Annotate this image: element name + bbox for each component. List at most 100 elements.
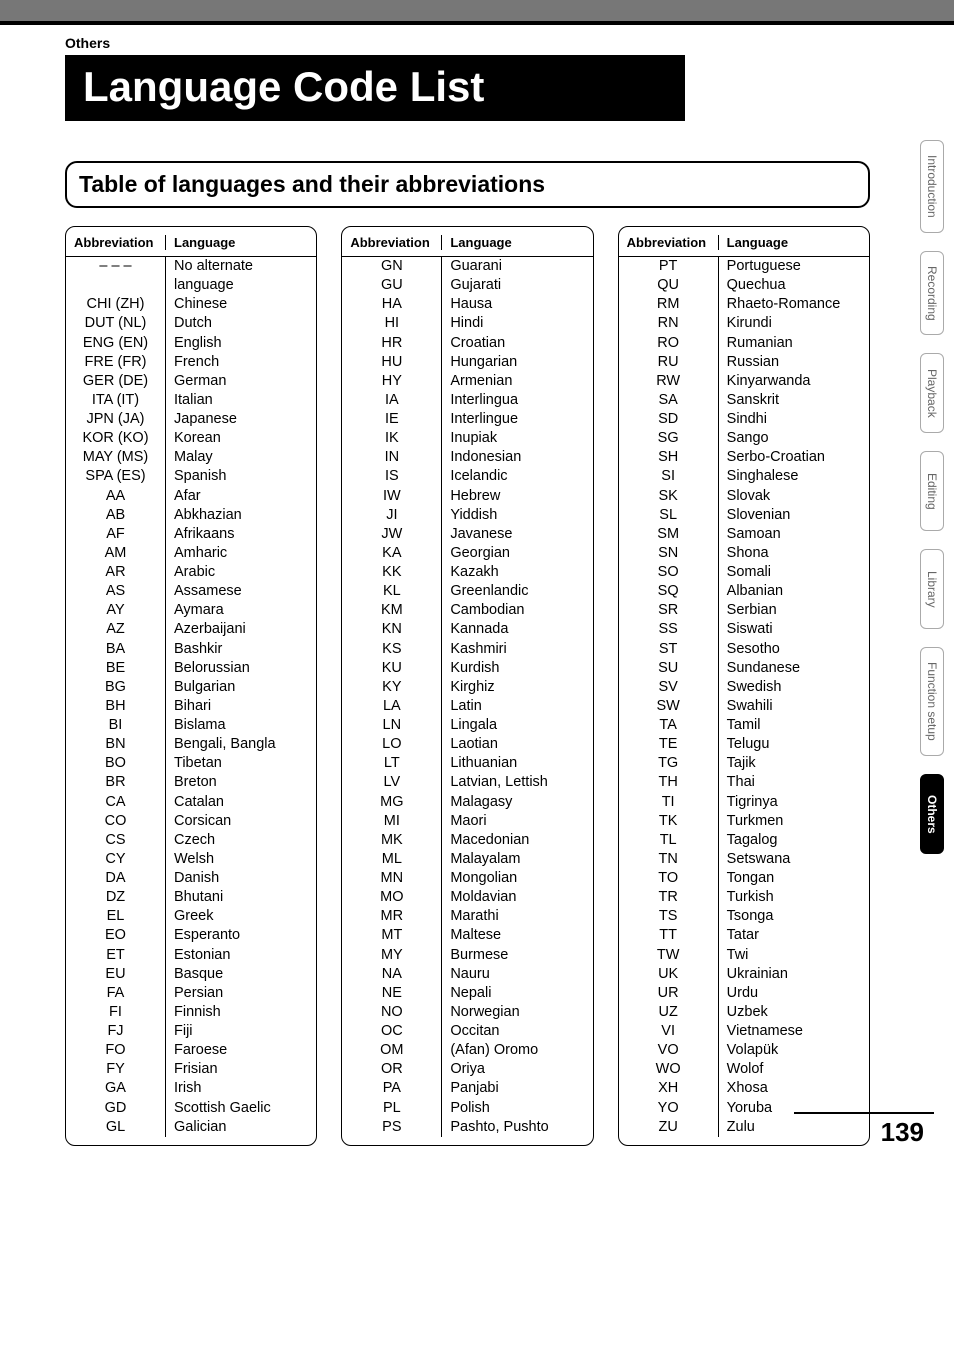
lang-cell: Aymara [166,601,316,620]
lang-cell: Tibetan [166,754,316,773]
abbr-cell: BH [66,697,166,716]
abbr-cell: KOR (KO) [66,429,166,448]
table-row: SOSomali [619,563,869,582]
table-row: WOWolof [619,1060,869,1079]
abbr-cell: TL [619,831,719,850]
lang-cell: Persian [166,984,316,1003]
table-row: HRCroatian [342,334,592,353]
table-row: CACatalan [66,793,316,812]
table-row: GER (DE)German [66,372,316,391]
table-row: JPN (JA)Japanese [66,410,316,429]
abbr-cell: JW [342,525,442,544]
abbr-cell: LN [342,716,442,735]
lang-cell: Urdu [719,984,869,1003]
language-column: AbbreviationLanguage– – –No alternate la… [65,226,317,1146]
lang-cell: Bengali, Bangla [166,735,316,754]
lang-cell: Kannada [442,620,592,639]
abbr-cell: JPN (JA) [66,410,166,429]
table-row: SPA (ES)Spanish [66,467,316,486]
lang-cell: Basque [166,965,316,984]
lang-cell: Armenian [442,372,592,391]
table-row: HUHungarian [342,353,592,372]
table-row: IEInterlingue [342,410,592,429]
abbr-cell: OC [342,1022,442,1041]
abbr-cell: SS [619,620,719,639]
column-header: AbbreviationLanguage [342,233,592,257]
lang-cell: Croatian [442,334,592,353]
abbr-cell: CHI (ZH) [66,295,166,314]
side-tab-introduction[interactable]: Introduction [920,140,944,233]
side-tab-playback[interactable]: Playback [920,353,944,433]
side-tab-others[interactable]: Others [920,774,944,854]
abbr-cell: LV [342,773,442,792]
lang-cell: Icelandic [442,467,592,486]
table-row: IWHebrew [342,487,592,506]
abbr-cell: FI [66,1003,166,1022]
lang-cell: Xhosa [719,1079,869,1098]
page-title: Language Code List [65,55,685,121]
lang-cell: Belorussian [166,659,316,678]
table-row: KOR (KO)Korean [66,429,316,448]
abbr-cell: NO [342,1003,442,1022]
lang-cell: Bashkir [166,640,316,659]
table-row: NANauru [342,965,592,984]
side-tab-library[interactable]: Library [920,549,944,629]
lang-cell: Irish [166,1079,316,1098]
table-row: ABAbkhazian [66,506,316,525]
lang-cell: Setswana [719,850,869,869]
abbr-cell: LA [342,697,442,716]
lang-cell: Dutch [166,314,316,333]
lang-cell: Bulgarian [166,678,316,697]
abbr-cell: YO [619,1099,719,1118]
lang-cell: (Afan) Oromo [442,1041,592,1060]
table-row: SWSwahili [619,697,869,716]
lang-cell: Samoan [719,525,869,544]
abbr-cell: IE [342,410,442,429]
side-tab-function-setup[interactable]: Function setup [920,647,944,756]
abbr-cell: BI [66,716,166,735]
side-tab-editing[interactable]: Editing [920,451,944,531]
abbr-cell: FO [66,1041,166,1060]
table-row: TGTajik [619,754,869,773]
lang-cell: Kirundi [719,314,869,333]
table-row: TTTatar [619,926,869,945]
lang-cell: Sanskrit [719,391,869,410]
table-row: ITA (IT)Italian [66,391,316,410]
table-row: YOYoruba [619,1099,869,1118]
column-header: AbbreviationLanguage [619,233,869,257]
table-row: LALatin [342,697,592,716]
side-tab-recording[interactable]: Recording [920,251,944,336]
lang-cell: Tatar [719,926,869,945]
abbr-cell: MK [342,831,442,850]
table-row: MRMarathi [342,907,592,926]
lang-cell: Catalan [166,793,316,812]
abbr-cell: GD [66,1099,166,1118]
abbr-cell: HR [342,334,442,353]
lang-cell: English [166,334,316,353]
lang-cell: Ukrainian [719,965,869,984]
lang-cell: Swedish [719,678,869,697]
abbr-cell: AF [66,525,166,544]
header-lang: Language [719,235,869,250]
page-number-rule [794,1112,934,1114]
lang-cell: Afrikaans [166,525,316,544]
table-row: MGMalagasy [342,793,592,812]
abbr-cell: JI [342,506,442,525]
abbr-cell: AB [66,506,166,525]
abbr-cell: MT [342,926,442,945]
lang-cell: Somali [719,563,869,582]
abbr-cell: TS [619,907,719,926]
table-row: AFAfrikaans [66,525,316,544]
abbr-cell: SV [619,678,719,697]
abbr-cell: FRE (FR) [66,353,166,372]
abbr-cell: PA [342,1079,442,1098]
abbr-cell: TN [619,850,719,869]
abbr-cell: FJ [66,1022,166,1041]
table-row: TITigrinya [619,793,869,812]
table-row: EOEsperanto [66,926,316,945]
table-row: GAIrish [66,1079,316,1098]
lang-cell: Esperanto [166,926,316,945]
lang-cell: Frisian [166,1060,316,1079]
lang-cell: Kashmiri [442,640,592,659]
lang-cell: Thai [719,773,869,792]
